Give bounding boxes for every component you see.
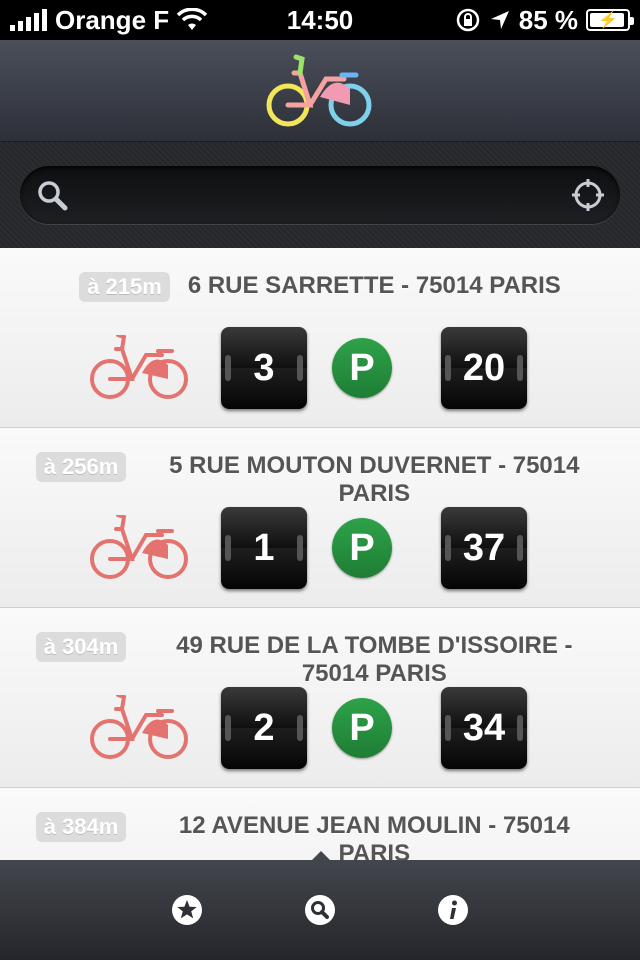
battery-percent: 85 % bbox=[518, 4, 578, 35]
status-bar: Orange F 14:50 85 % ⚡ bbox=[0, 0, 640, 40]
station-row[interactable]: à 384m 12 AVENUE JEAN MOULIN - 75014 PAR… bbox=[0, 788, 640, 860]
bike-icon bbox=[90, 335, 188, 399]
signal-strength-icon bbox=[10, 9, 47, 31]
bike-icon bbox=[90, 515, 188, 579]
station-distance: à 384m bbox=[35, 812, 127, 842]
bike-icon bbox=[90, 695, 188, 759]
available-stands-counter: 20 bbox=[441, 327, 527, 409]
parking-icon: P bbox=[332, 518, 392, 578]
available-bikes-counter: 2 bbox=[221, 687, 307, 769]
station-list[interactable]: à 215m 6 RUE SARRETTE - 75014 PARIS 3 P … bbox=[0, 248, 640, 860]
app-header bbox=[0, 40, 640, 142]
station-address: 12 AVENUE JEAN MOULIN - 75014 PARIS bbox=[178, 812, 570, 860]
station-distance: à 215m bbox=[79, 272, 170, 302]
station-distance: à 304m bbox=[35, 632, 127, 662]
rotation-lock-icon bbox=[456, 8, 479, 32]
info-icon bbox=[438, 895, 469, 925]
search-icon bbox=[304, 895, 335, 925]
search-area bbox=[0, 142, 640, 248]
carrier-name: Orange F bbox=[55, 4, 170, 35]
search-input[interactable] bbox=[82, 175, 558, 215]
station-row[interactable]: à 304m 49 RUE DE LA TOMBE D'ISSOIRE - 75… bbox=[0, 608, 640, 788]
station-distance: à 256m bbox=[35, 452, 127, 482]
locate-me-button[interactable] bbox=[570, 177, 606, 213]
available-stands-counter: 37 bbox=[441, 507, 527, 589]
station-row[interactable]: à 256m 5 RUE MOUTON DUVERNET - 75014 PAR… bbox=[0, 428, 640, 608]
station-address: 6 RUE SARRETTE - 75014 PARIS bbox=[187, 272, 561, 299]
station-row[interactable]: à 215m 6 RUE SARRETTE - 75014 PARIS 3 P … bbox=[0, 248, 640, 428]
station-address: 5 RUE MOUTON DUVERNET - 75014 PARIS bbox=[169, 452, 580, 507]
tab-bar bbox=[0, 851, 640, 960]
tab-search[interactable] bbox=[290, 880, 350, 940]
tab-favorites[interactable] bbox=[157, 880, 217, 940]
available-stands-counter: 34 bbox=[441, 687, 527, 769]
tab-info[interactable] bbox=[423, 880, 483, 940]
star-icon bbox=[171, 895, 202, 925]
crosshair-icon bbox=[572, 179, 604, 211]
available-bikes-counter: 1 bbox=[221, 507, 307, 589]
search-box[interactable] bbox=[20, 166, 620, 224]
wifi-icon bbox=[177, 8, 208, 30]
available-bikes-counter: 3 bbox=[221, 327, 307, 409]
search-icon bbox=[34, 177, 70, 213]
battery-icon: ⚡ bbox=[586, 9, 634, 31]
bike-logo-icon bbox=[266, 54, 372, 126]
station-address: 49 RUE DE LA TOMBE D'ISSOIRE - 75014 PAR… bbox=[176, 632, 573, 687]
parking-icon: P bbox=[332, 698, 392, 758]
parking-icon: P bbox=[332, 338, 392, 398]
location-arrow-icon bbox=[490, 11, 509, 29]
